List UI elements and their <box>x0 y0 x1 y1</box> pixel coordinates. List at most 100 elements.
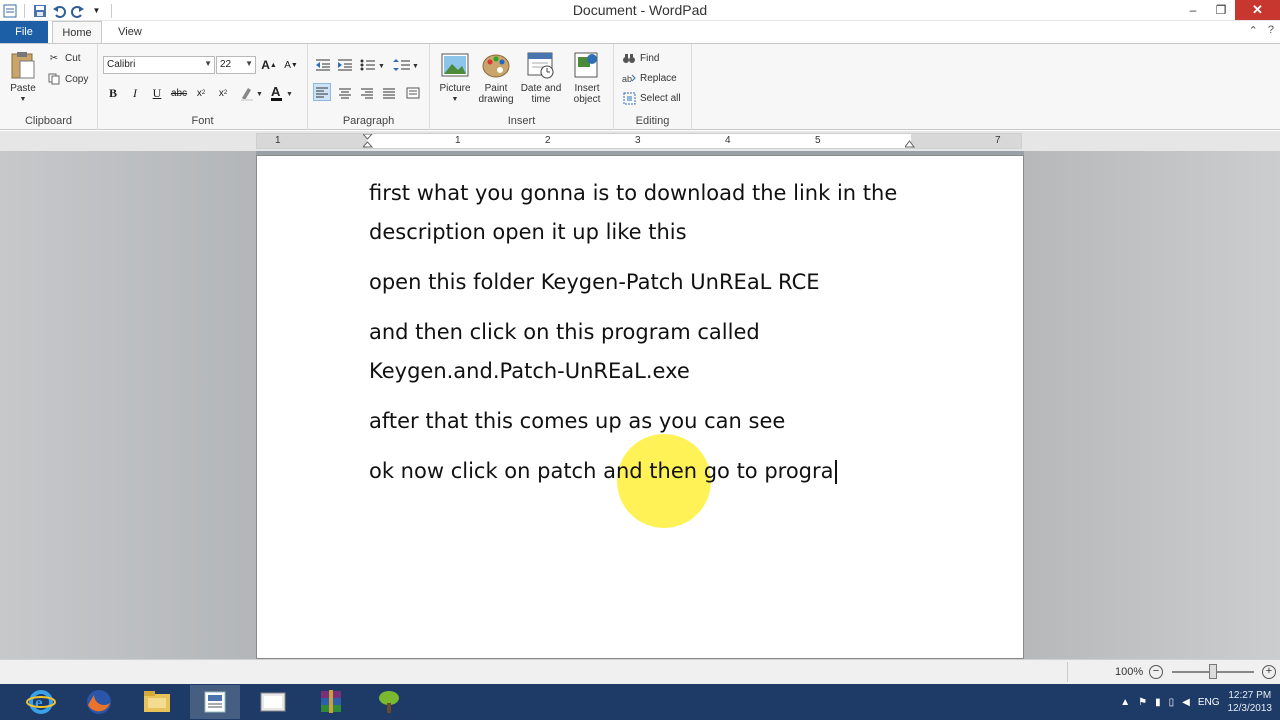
grow-font-icon[interactable]: A ▲ <box>260 56 278 74</box>
tab-file[interactable]: File <box>0 21 48 43</box>
italic-icon[interactable]: I <box>126 84 144 102</box>
ribbon-tabs: File Home View ⌃ ? <box>0 21 1280 43</box>
underline-icon[interactable]: U <box>148 84 166 102</box>
line-spacing-icon[interactable]: ▼ <box>392 56 420 74</box>
paint-label-line1: Paint <box>484 83 508 94</box>
picture-dropdown-arrow[interactable]: ▼ <box>452 94 459 105</box>
decrease-indent-icon[interactable] <box>314 56 332 74</box>
select-all-icon <box>622 91 636 105</box>
increase-indent-icon[interactable] <box>336 56 354 74</box>
highlight-color-icon[interactable]: ▼ <box>238 84 264 102</box>
help-icon[interactable]: ? <box>1268 24 1274 37</box>
zoom-out-icon[interactable]: − <box>1149 665 1163 679</box>
title-bar: ▼ Document - WordPad – ❐ ✕ <box>0 0 1280 21</box>
clock[interactable]: 12:27 PM 12/3/2013 <box>1228 689 1273 715</box>
minimize-ribbon-icon[interactable]: ⌃ <box>1249 24 1258 37</box>
tab-home[interactable]: Home <box>52 21 102 43</box>
bullet-list-icon[interactable]: ▼ <box>358 56 386 74</box>
right-canvas-shade <box>1024 151 1280 659</box>
paste-dropdown-arrow[interactable]: ▼ <box>20 94 27 105</box>
svg-text:e: e <box>35 693 43 712</box>
date-time-button[interactable]: Date and time <box>518 50 564 105</box>
left-margin-shade <box>257 134 367 148</box>
paint-drawing-button[interactable]: Paint drawing <box>476 50 516 105</box>
document-area: first what you gonna is to download the … <box>0 151 1280 659</box>
svg-text:▼: ▼ <box>286 91 293 98</box>
strikethrough-icon[interactable]: abc <box>170 84 188 102</box>
green-tree-app-icon[interactable] <box>364 685 414 719</box>
file-explorer-icon[interactable] <box>132 685 182 719</box>
align-center-icon[interactable] <box>336 84 354 102</box>
insert-picture-button[interactable]: Picture ▼ <box>436 50 474 105</box>
system-tray: ▲ ⚑ ▮ ▯ ◀ ENG 12:27 PM 12/3/2013 <box>1120 684 1280 720</box>
datetime-label-line2: time <box>531 94 551 105</box>
subscript-icon[interactable]: x2 <box>192 84 210 102</box>
right-margin-shade <box>911 134 1021 148</box>
scissors-icon: ✂ <box>49 52 59 64</box>
internet-explorer-icon[interactable]: e <box>16 685 66 719</box>
flag-icon[interactable]: ⚑ <box>1138 697 1147 708</box>
font-size-value: 22 <box>220 59 232 70</box>
clock-date: 12/3/2013 <box>1227 703 1273 714</box>
cut-button[interactable]: ✂ Cut <box>47 50 81 66</box>
picture-label: Picture <box>439 83 471 94</box>
paragraph: ok now click on patch and then go to pro… <box>369 452 929 491</box>
document-page[interactable]: first what you gonna is to download the … <box>256 155 1024 659</box>
wordpad-taskbar-icon[interactable] <box>190 685 240 719</box>
ruler-number: 1 <box>455 135 461 146</box>
shrink-font-icon[interactable]: A ▼ <box>282 56 300 74</box>
insert-object-button[interactable]: Insert object <box>566 50 608 105</box>
zoom-slider-thumb[interactable] <box>1209 664 1217 679</box>
ruler-number: 7 <box>995 135 1001 146</box>
replace-button[interactable]: ab Replace <box>622 70 677 86</box>
object-label-line1: Insert <box>574 83 600 94</box>
replace-icon: ab <box>622 71 636 85</box>
window-title: Document - WordPad <box>572 2 708 18</box>
show-hidden-icons-icon[interactable]: ▲ <box>1120 697 1130 708</box>
status-divider <box>1067 662 1068 682</box>
paste-button[interactable]: Paste ▼ <box>6 50 40 105</box>
close-button[interactable]: ✕ <box>1235 0 1280 20</box>
editing-group: Find ab Replace Select all Editing <box>614 44 692 130</box>
font-family-select[interactable]: Calibri ▼ <box>103 56 215 74</box>
bold-icon[interactable]: B <box>104 84 122 102</box>
find-label: Find <box>640 52 660 64</box>
battery-icon[interactable]: ▯ <box>1169 697 1175 708</box>
align-left-icon[interactable] <box>313 83 331 101</box>
copy-button[interactable]: Copy <box>47 71 88 87</box>
ruler[interactable]: 1 1 2 3 4 5 7 <box>256 133 1022 149</box>
datetime-label-line1: Date and <box>520 83 562 94</box>
insert-group: Picture ▼ Paint drawing Date and time In… <box>430 44 614 130</box>
paragraph: after that this comes up as you can see <box>369 409 786 433</box>
select-all-label: Select all <box>640 92 681 104</box>
find-button[interactable]: Find <box>622 50 659 66</box>
zoom-in-icon[interactable]: + <box>1262 665 1276 679</box>
font-color-icon[interactable]: A ▼ <box>268 84 294 102</box>
clock-time: 12:27 PM <box>1228 690 1272 701</box>
video-window-icon[interactable] <box>248 685 298 719</box>
align-right-icon[interactable] <box>358 84 376 102</box>
font-size-select[interactable]: 22 ▼ <box>216 56 256 74</box>
paragraph-group-label: Paragraph <box>342 115 395 127</box>
justify-icon[interactable] <box>380 84 398 102</box>
superscript-icon[interactable]: x2 <box>214 84 232 102</box>
insert-object-icon <box>574 52 598 78</box>
left-indent-marker[interactable] <box>363 134 373 148</box>
document-text[interactable]: first what you gonna is to download the … <box>369 174 929 502</box>
network-icon[interactable]: ▮ <box>1155 697 1161 708</box>
svg-text:ab: ab <box>622 74 632 84</box>
minimize-button[interactable]: – <box>1179 0 1207 20</box>
left-canvas-shade <box>0 151 256 659</box>
right-indent-marker[interactable] <box>905 138 915 148</box>
ribbon-help-area: ⌃ ? <box>1249 24 1274 37</box>
tab-view[interactable]: View <box>108 21 152 43</box>
firefox-icon[interactable] <box>74 685 124 719</box>
language-indicator[interactable]: ENG <box>1198 697 1220 708</box>
winrar-icon[interactable] <box>306 685 356 719</box>
volume-icon[interactable]: ◀ <box>1182 697 1190 708</box>
select-all-button[interactable]: Select all <box>622 90 681 106</box>
chevron-down-icon: ▼ <box>204 59 212 68</box>
restore-button[interactable]: ❐ <box>1207 0 1235 20</box>
paragraph-settings-icon[interactable] <box>404 84 422 102</box>
ruler-number: 2 <box>545 135 551 146</box>
